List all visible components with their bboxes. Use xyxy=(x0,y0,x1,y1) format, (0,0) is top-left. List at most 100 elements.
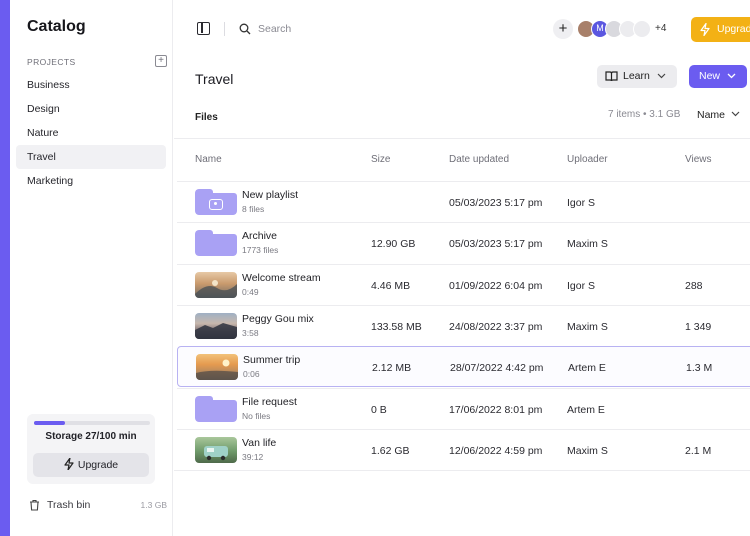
file-date: 01/09/2022 6:04 pm xyxy=(449,280,543,292)
sidebar-upgrade-button[interactable]: Upgrade xyxy=(33,453,149,477)
table-row[interactable]: File request No files 0 B 17/06/2022 8:0… xyxy=(177,388,750,429)
more-collaborators-count[interactable]: +4 xyxy=(655,23,666,34)
sidebar-item-design[interactable]: Design xyxy=(16,97,166,121)
column-header-size[interactable]: Size xyxy=(371,154,390,165)
file-views: 1.3 M xyxy=(686,362,713,374)
table-row-selected[interactable]: Summer trip 0:06 2.12 MB 28/07/2022 4:42… xyxy=(177,346,750,387)
file-uploader: Igor S xyxy=(567,197,596,209)
file-uploader: Artem E xyxy=(567,404,605,416)
search-input[interactable] xyxy=(258,20,398,38)
trash-bin-label: Trash bin xyxy=(47,499,91,511)
table-header: Name Size Date updated Uploader Views xyxy=(174,148,750,172)
video-thumbnail xyxy=(195,272,237,298)
add-collaborator-button[interactable]: + xyxy=(553,19,573,39)
sidebar-upgrade-label: Upgrade xyxy=(77,459,119,471)
new-button[interactable]: New xyxy=(689,65,747,88)
file-name: Summer trip xyxy=(243,354,301,366)
projects-label: PROJECTS xyxy=(27,57,76,67)
files-summary: 7 items • 3.1 GB xyxy=(608,109,681,120)
file-date: 05/03/2023 5:17 pm xyxy=(449,197,543,209)
playlist-folder-icon xyxy=(195,189,237,215)
video-thumbnail xyxy=(195,437,237,463)
files-heading: Files xyxy=(195,112,218,123)
table-divider xyxy=(174,138,750,139)
column-header-views[interactable]: Views xyxy=(685,154,712,165)
file-uploader: Maxim S xyxy=(567,445,608,457)
file-uploader: Maxim S xyxy=(567,238,608,250)
sidebar-item-business[interactable]: Business xyxy=(16,73,166,97)
file-size: 4.46 MB xyxy=(371,280,411,292)
sidebar: Catalog PROJECTS + Business Design Natur… xyxy=(10,0,173,536)
video-thumbnail xyxy=(196,354,238,380)
collaborators-group: + M +4 xyxy=(553,19,683,39)
file-name: File request xyxy=(242,396,297,408)
topbar-divider xyxy=(224,22,225,36)
project-list: Business Design Nature Travel Marketing xyxy=(16,73,166,193)
trash-icon xyxy=(30,499,39,511)
file-date: 24/08/2022 3:37 pm xyxy=(449,321,543,333)
storage-progress-bar xyxy=(34,421,150,425)
file-uploader: Igor S xyxy=(567,280,596,292)
file-size: 12.90 GB xyxy=(371,238,416,250)
file-subtitle: 3:58 xyxy=(242,328,259,338)
chevron-down-icon xyxy=(727,73,736,79)
new-label: New xyxy=(699,70,721,82)
add-project-icon[interactable]: + xyxy=(155,55,167,67)
file-uploader: Artem E xyxy=(568,362,606,374)
upgrade-button[interactable]: Upgrade xyxy=(691,17,750,42)
trash-bin-item[interactable]: Trash bin 1.3 GB xyxy=(29,497,167,515)
video-thumbnail xyxy=(195,313,237,339)
sidebar-toggle-icon[interactable] xyxy=(197,22,210,35)
file-date: 05/03/2023 5:17 pm xyxy=(449,238,543,250)
file-date: 12/06/2022 4:59 pm xyxy=(449,445,543,457)
file-views: 1 349 xyxy=(685,321,712,333)
learn-button[interactable]: Learn xyxy=(597,65,677,88)
file-name: Van life xyxy=(242,437,277,449)
avatar[interactable] xyxy=(633,20,651,38)
left-accent-rail xyxy=(0,0,10,536)
projects-header: PROJECTS + xyxy=(27,55,167,69)
storage-text: Storage 27/100 min xyxy=(45,431,137,442)
table-row[interactable]: Welcome stream 0:49 4.46 MB 01/09/2022 6… xyxy=(177,264,750,305)
folder-icon xyxy=(195,396,237,422)
folder-icon xyxy=(195,230,237,256)
file-views: 2.1 M xyxy=(685,445,712,457)
column-header-uploader[interactable]: Uploader xyxy=(567,154,608,165)
file-subtitle: 0:06 xyxy=(243,369,260,379)
file-subtitle: 8 files xyxy=(242,204,265,214)
file-size: 133.58 MB xyxy=(371,321,422,333)
app-title: Catalog xyxy=(27,18,86,35)
file-size: 2.12 MB xyxy=(372,362,412,374)
sidebar-item-marketing[interactable]: Marketing xyxy=(16,169,166,193)
file-subtitle: 0:49 xyxy=(242,287,259,297)
main-content: + M +4 Upgrade Travel Learn New Files 7 … xyxy=(174,0,750,536)
file-uploader: Maxim S xyxy=(567,321,608,333)
column-header-date[interactable]: Date updated xyxy=(449,154,509,165)
file-size: 0 B xyxy=(371,404,387,416)
file-subtitle: No files xyxy=(242,411,271,421)
search-icon xyxy=(239,23,251,35)
sidebar-item-travel[interactable]: Travel xyxy=(16,145,166,169)
chevron-down-icon xyxy=(657,73,666,79)
sort-select[interactable]: Name xyxy=(697,109,740,121)
file-views: 288 xyxy=(685,280,703,292)
learn-label: Learn xyxy=(623,70,650,82)
trash-bin-size: 1.3 GB xyxy=(140,500,167,510)
bolt-icon xyxy=(700,23,710,36)
chevron-down-icon xyxy=(731,111,740,117)
column-header-name[interactable]: Name xyxy=(195,154,222,165)
table-row[interactable]: Peggy Gou mix 3:58 133.58 MB 24/08/2022 … xyxy=(177,305,750,346)
table-row[interactable]: New playlist 8 files 05/03/2023 5:17 pm … xyxy=(177,181,750,222)
book-icon xyxy=(605,71,618,82)
file-name: Archive xyxy=(242,230,278,242)
bolt-icon xyxy=(64,458,74,470)
table-row[interactable]: Van life 39:12 1.62 GB 12/06/2022 4:59 p… xyxy=(177,429,750,470)
sidebar-item-nature[interactable]: Nature xyxy=(16,121,166,145)
storage-progress-fill xyxy=(34,421,66,425)
sort-label: Name xyxy=(697,109,726,121)
file-name: Welcome stream xyxy=(242,272,321,284)
file-subtitle: 39:12 xyxy=(242,452,264,462)
table-bottom-divider xyxy=(174,470,750,471)
table-row[interactable]: Archive 1773 files 12.90 GB 05/03/2023 5… xyxy=(177,222,750,263)
page-title: Travel xyxy=(195,71,234,87)
